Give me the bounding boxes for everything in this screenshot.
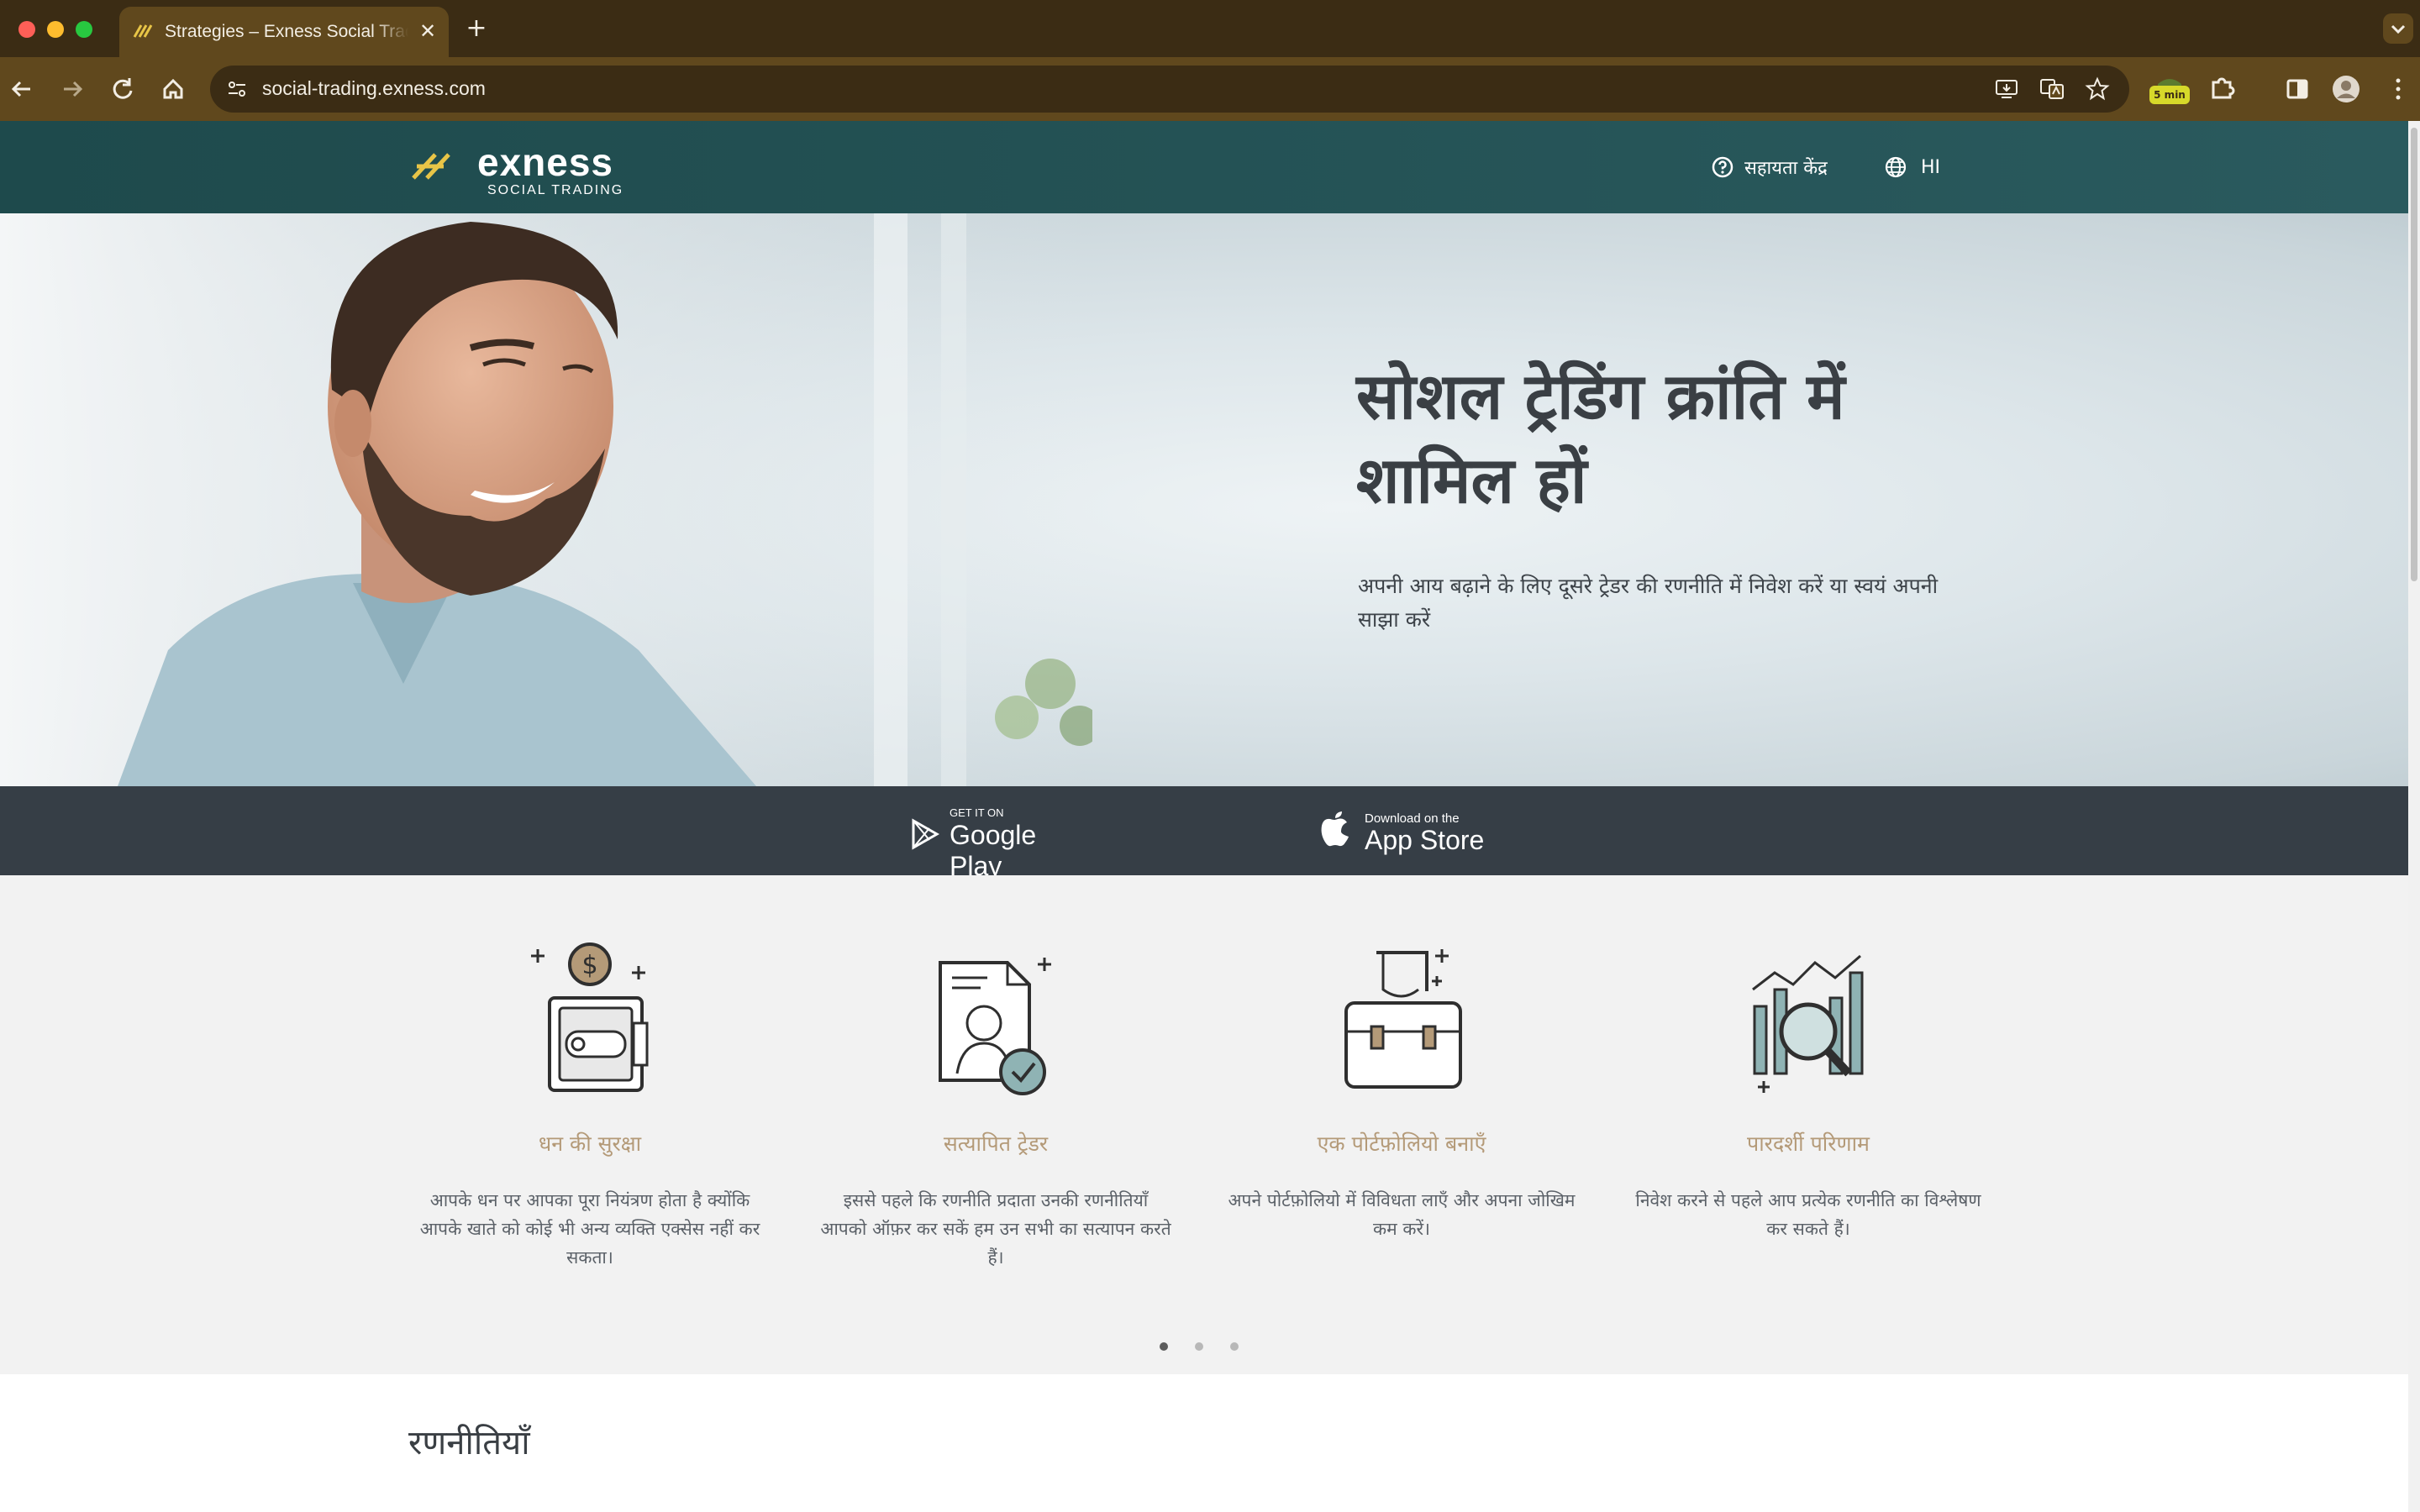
- new-tab-icon[interactable]: +: [464, 16, 489, 41]
- feature-description: आपके धन पर आपका पूरा नियंत्रण होता है क्…: [419, 1190, 760, 1268]
- app-store-button[interactable]: Download on the App Store: [1319, 806, 1487, 857]
- language-label: HI: [1921, 156, 1941, 178]
- site-settings-icon[interactable]: [225, 77, 249, 101]
- globe-icon: [1885, 156, 1907, 178]
- app-store-label: App Store: [1365, 825, 1485, 855]
- carousel-dot-2[interactable]: [1195, 1342, 1203, 1351]
- reload-icon[interactable]: [104, 71, 141, 108]
- feature-title: धन की सुरक्षा: [538, 1131, 642, 1156]
- tab-title: Strategies – Exness Social Trading: [165, 22, 408, 44]
- url-text: social-trading.exness.com: [262, 77, 486, 99]
- profile-avatar[interactable]: [2328, 71, 2365, 108]
- logo-word: exness: [477, 140, 614, 184]
- carousel-dot-1[interactable]: [1160, 1342, 1168, 1351]
- feature-title: एक पोर्टफ़ोलियो बनाएँ: [1317, 1131, 1486, 1156]
- chart-magnifier-icon: [1752, 954, 1864, 1093]
- feature-description: इससे पहले कि रणनीति प्रदाता उनकी रणनीतिय…: [820, 1190, 1171, 1268]
- bookmark-star-icon[interactable]: [2084, 76, 2111, 102]
- strategies-title: रणनीतियाँ: [408, 1424, 530, 1462]
- feature-title: पारदर्शी परिणाम: [1747, 1131, 1870, 1156]
- feature-title: सत्यापित ट्रेडर: [943, 1131, 1049, 1156]
- hero-title: सोशल ट्रेडिंग क्रांति में शामिल हों: [1356, 359, 1845, 517]
- exness-favicon-icon: [133, 24, 153, 38]
- verified-trader-icon: [939, 958, 1051, 1095]
- svg-text:$: $: [581, 951, 597, 980]
- chevron-down-icon: [2391, 24, 2406, 34]
- page-scrollbar[interactable]: [2408, 121, 2420, 1512]
- browser-menu-icon[interactable]: [2380, 71, 2417, 108]
- side-panel-icon[interactable]: [2279, 71, 2316, 108]
- app-store-small-label: Download on the: [1365, 811, 1460, 826]
- extensions-puzzle-icon[interactable]: [2203, 71, 2240, 108]
- home-icon[interactable]: [155, 71, 192, 108]
- exness-logo[interactable]: exness SOCIAL TRADING: [410, 140, 629, 197]
- safe-icon: $: [531, 942, 649, 1092]
- hero-subtitle: अपनी आय बढ़ाने के लिए दूसरे ट्रेडर की रण…: [1358, 574, 1939, 632]
- maximize-window-button[interactable]: [76, 21, 92, 38]
- hero-banner: सोशल ट्रेडिंग क्रांति में शामिल हों अपनी…: [0, 213, 2408, 786]
- google-play-small-label: GET IT ON: [950, 806, 1004, 819]
- browser-toolbar: social-trading.exness.com 5 min: [0, 57, 2420, 121]
- strategies-section: रणनीतियाँ: [0, 1374, 2408, 1512]
- extension-badge: 5 min: [2149, 86, 2190, 104]
- google-play-icon: [912, 818, 939, 850]
- google-play-label: Google Play: [950, 820, 1037, 881]
- translate-icon[interactable]: [2039, 76, 2065, 102]
- exness-logo-mark-icon: [412, 153, 450, 180]
- browser-tab-active[interactable]: Strategies – Exness Social Trading ✕: [119, 7, 449, 57]
- close-window-button[interactable]: [18, 21, 35, 38]
- google-play-button[interactable]: GET IT ON Google Play: [911, 806, 1079, 881]
- back-icon[interactable]: [3, 71, 40, 108]
- close-tab-icon[interactable]: ✕: [415, 18, 440, 44]
- carousel-dot-3[interactable]: [1230, 1342, 1239, 1351]
- site-header: exness SOCIAL TRADING सहायता केंद्र HI: [0, 121, 2408, 213]
- help-center-link[interactable]: सहायता केंद्र: [1711, 155, 1828, 180]
- app-download-bar: GET IT ON Google Play Download on the Ap…: [0, 786, 2408, 881]
- hero-photo: [0, 213, 1092, 786]
- language-selector[interactable]: HI: [1884, 155, 1940, 180]
- feature-description: निवेश करने से पहले आप प्रत्येक रणनीति का…: [1635, 1190, 1981, 1239]
- install-app-icon[interactable]: [1993, 76, 2020, 102]
- features-section: $ धन की सुरक्षा आपके धन पर आपका पूरा निय…: [0, 875, 2408, 1374]
- forward-icon[interactable]: [54, 71, 91, 108]
- browser-tab-bar: Strategies – Exness Social Trading ✕ +: [0, 0, 2420, 57]
- feature-description: अपने पोर्टफ़ोलियो में विविधता लाएँ और अप…: [1228, 1190, 1576, 1239]
- logo-subtitle: SOCIAL TRADING: [487, 183, 624, 197]
- help-center-label: सहायता केंद्र: [1744, 158, 1828, 179]
- tab-search-button[interactable]: [2383, 13, 2413, 44]
- briefcase-icon: [1344, 949, 1462, 1089]
- question-circle-icon: [1712, 156, 1733, 178]
- minimize-window-button[interactable]: [47, 21, 64, 38]
- scrollbar-thumb[interactable]: [2411, 128, 2417, 581]
- address-bar[interactable]: social-trading.exness.com: [210, 66, 2129, 113]
- apple-icon: [1321, 811, 1349, 847]
